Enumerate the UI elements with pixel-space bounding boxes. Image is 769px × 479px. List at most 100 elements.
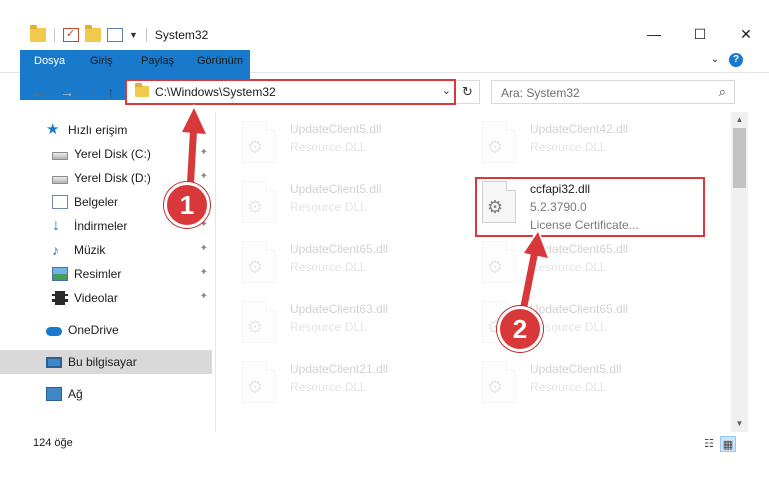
- sidebar-item-onedrive[interactable]: OneDrive: [0, 318, 212, 342]
- sidebar-item-videos[interactable]: Videolar ✦: [0, 286, 212, 310]
- recent-locations-button[interactable]: ⌄: [84, 82, 102, 102]
- list-item[interactable]: ⚙ UpdateClient65.dll Resource DLL: [232, 237, 462, 287]
- maximize-button[interactable]: ☐: [677, 20, 723, 48]
- dll-file-icon: ⚙: [482, 121, 516, 163]
- expand-ribbon-icon[interactable]: ⌄: [708, 53, 722, 67]
- file-type: Resource DLL: [290, 140, 367, 154]
- status-bar: 124 öğe ☷ ▦: [0, 432, 769, 456]
- quick-access-toolbar: ▼ System32: [30, 25, 209, 44]
- list-item[interactable]: ⚙ UpdateClient5.dll Resource DLL: [232, 177, 462, 227]
- list-item[interactable]: ⚙ UpdateClient65.dll Resource DLL: [472, 237, 702, 287]
- navigation-pane: ★ Hızlı erişim Yerel Disk (C:) ✦ Yerel D…: [0, 112, 216, 432]
- item-count: 124 öğe: [33, 437, 73, 449]
- sidebar-item-label: Ağ: [68, 387, 83, 401]
- ribbon-tabs: Dosya Giriş Paylaş Görünüm ⌄ ?: [0, 48, 769, 100]
- step-marker-2: 2: [497, 306, 543, 352]
- list-item[interactable]: ⚙ UpdateClient21.dll Resource DLL: [232, 357, 462, 407]
- scrollbar-thumb[interactable]: [733, 128, 746, 188]
- pin-icon: ✦: [199, 267, 208, 278]
- help-icon[interactable]: ?: [729, 53, 743, 67]
- forward-button[interactable]: →: [58, 82, 76, 102]
- step-marker-1: 1: [164, 182, 210, 228]
- file-type: Resource DLL: [290, 260, 367, 274]
- close-button[interactable]: ✕: [723, 20, 769, 48]
- sidebar-item-label: Yerel Disk (D:): [74, 171, 151, 185]
- file-type: Resource DLL: [530, 260, 607, 274]
- list-item[interactable]: ⚙ UpdateClient5.dll Resource DLL: [472, 357, 702, 407]
- search-icon[interactable]: ⌕: [719, 84, 726, 100]
- dll-file-icon: ⚙: [482, 361, 516, 403]
- download-icon: ↓: [52, 217, 60, 234]
- this-pc-icon: [46, 356, 62, 368]
- file-name: UpdateClient65.dll: [530, 302, 629, 316]
- search-box[interactable]: Ara: System32 ⌕: [491, 80, 735, 104]
- documents-icon: [52, 195, 68, 209]
- back-button[interactable]: ←: [30, 82, 48, 102]
- new-folder-icon[interactable]: [85, 25, 101, 42]
- up-button[interactable]: ↑: [102, 82, 120, 102]
- file-name: UpdateClient63.dll: [290, 302, 389, 316]
- window-controls: — ☐ ✕: [631, 20, 769, 48]
- drive-icon: [52, 152, 68, 160]
- window-title: System32: [154, 28, 209, 42]
- sidebar-item-quick-access[interactable]: ★ Hızlı erişim: [0, 118, 212, 142]
- details-view-icon[interactable]: ☷: [701, 436, 717, 452]
- drive-icon: [52, 176, 68, 184]
- sidebar-item-label: OneDrive: [68, 323, 119, 337]
- customize-toolbar-icon[interactable]: ▼: [129, 30, 138, 40]
- star-icon: ★: [46, 121, 60, 138]
- sidebar-item-label: Bu bilgisayar: [68, 355, 137, 369]
- file-type: Resource DLL: [290, 200, 367, 214]
- sidebar-item-label: Belgeler: [74, 195, 119, 209]
- properties-icon[interactable]: [63, 27, 79, 42]
- sidebar-item-music[interactable]: ♪ Müzik ✦: [0, 238, 212, 262]
- sidebar-item-this-pc[interactable]: Bu bilgisayar: [0, 350, 212, 374]
- onedrive-icon: [46, 327, 62, 336]
- sidebar-item-network[interactable]: Ağ: [0, 382, 212, 406]
- list-item[interactable]: ⚙ UpdateClient42.dll Resource DLL: [472, 117, 702, 167]
- view-options-icon[interactable]: [107, 28, 123, 42]
- file-type: Resource DLL: [530, 140, 607, 154]
- sidebar-item-label: Müzik: [74, 243, 106, 257]
- navigation-bar: ← → ⌄ ↑ C:\Windows\System32 ⌄ ↻ Ara: Sys…: [0, 78, 769, 108]
- pin-icon: ✦: [199, 243, 208, 254]
- sidebar-item-label: İndirmeler: [74, 219, 128, 233]
- search-placeholder: Ara: System32: [501, 86, 580, 100]
- file-type: Resource DLL: [290, 320, 367, 334]
- sidebar-item-pictures[interactable]: Resimler ✦: [0, 262, 212, 286]
- file-name: UpdateClient5.dll: [290, 122, 382, 136]
- sidebar-item-label: Hızlı erişim: [68, 123, 128, 137]
- sidebar-item-local-disk-c[interactable]: Yerel Disk (C:) ✦: [0, 142, 212, 166]
- list-item[interactable]: ⚙ UpdateClient5.dll Resource DLL: [232, 117, 462, 167]
- tab-home[interactable]: Giriş: [80, 50, 123, 73]
- file-name: UpdateClient5.dll: [290, 182, 382, 196]
- file-highlight-box: [475, 177, 705, 237]
- videos-icon: [52, 291, 68, 305]
- large-icons-view-icon[interactable]: ▦: [720, 436, 736, 452]
- file-name: UpdateClient65.dll: [290, 242, 389, 256]
- pin-icon: ✦: [199, 171, 208, 182]
- sidebar-item-label: Videolar: [74, 291, 118, 305]
- minimize-button[interactable]: —: [631, 20, 677, 48]
- file-list: ⚙ UpdateClient5.dll Resource DLL ⚙ Updat…: [217, 112, 731, 432]
- toolbar-divider: [54, 28, 55, 42]
- tab-view[interactable]: Görünüm: [187, 50, 253, 73]
- dll-file-icon: ⚙: [242, 121, 276, 163]
- vertical-scrollbar[interactable]: ▲ ▼: [731, 112, 748, 432]
- sidebar-item-label: Yerel Disk (C:): [74, 147, 151, 161]
- file-type: Resource DLL: [290, 380, 367, 394]
- file-type: Resource DLL: [530, 380, 607, 394]
- list-item[interactable]: ⚙ UpdateClient63.dll Resource DLL: [232, 297, 462, 347]
- tab-share[interactable]: Paylaş: [131, 50, 184, 73]
- file-name: UpdateClient65.dll: [530, 242, 629, 256]
- pin-icon: ✦: [199, 147, 208, 158]
- scroll-down-icon[interactable]: ▼: [731, 416, 748, 432]
- file-name: UpdateClient21.dll: [290, 362, 389, 376]
- music-icon: ♪: [52, 242, 59, 258]
- scroll-up-icon[interactable]: ▲: [731, 112, 748, 128]
- pictures-icon: [52, 267, 68, 281]
- file-name: UpdateClient5.dll: [530, 362, 622, 376]
- folder-icon: [30, 25, 46, 42]
- dll-file-icon: ⚙: [242, 301, 276, 343]
- refresh-icon[interactable]: ↻: [455, 81, 479, 103]
